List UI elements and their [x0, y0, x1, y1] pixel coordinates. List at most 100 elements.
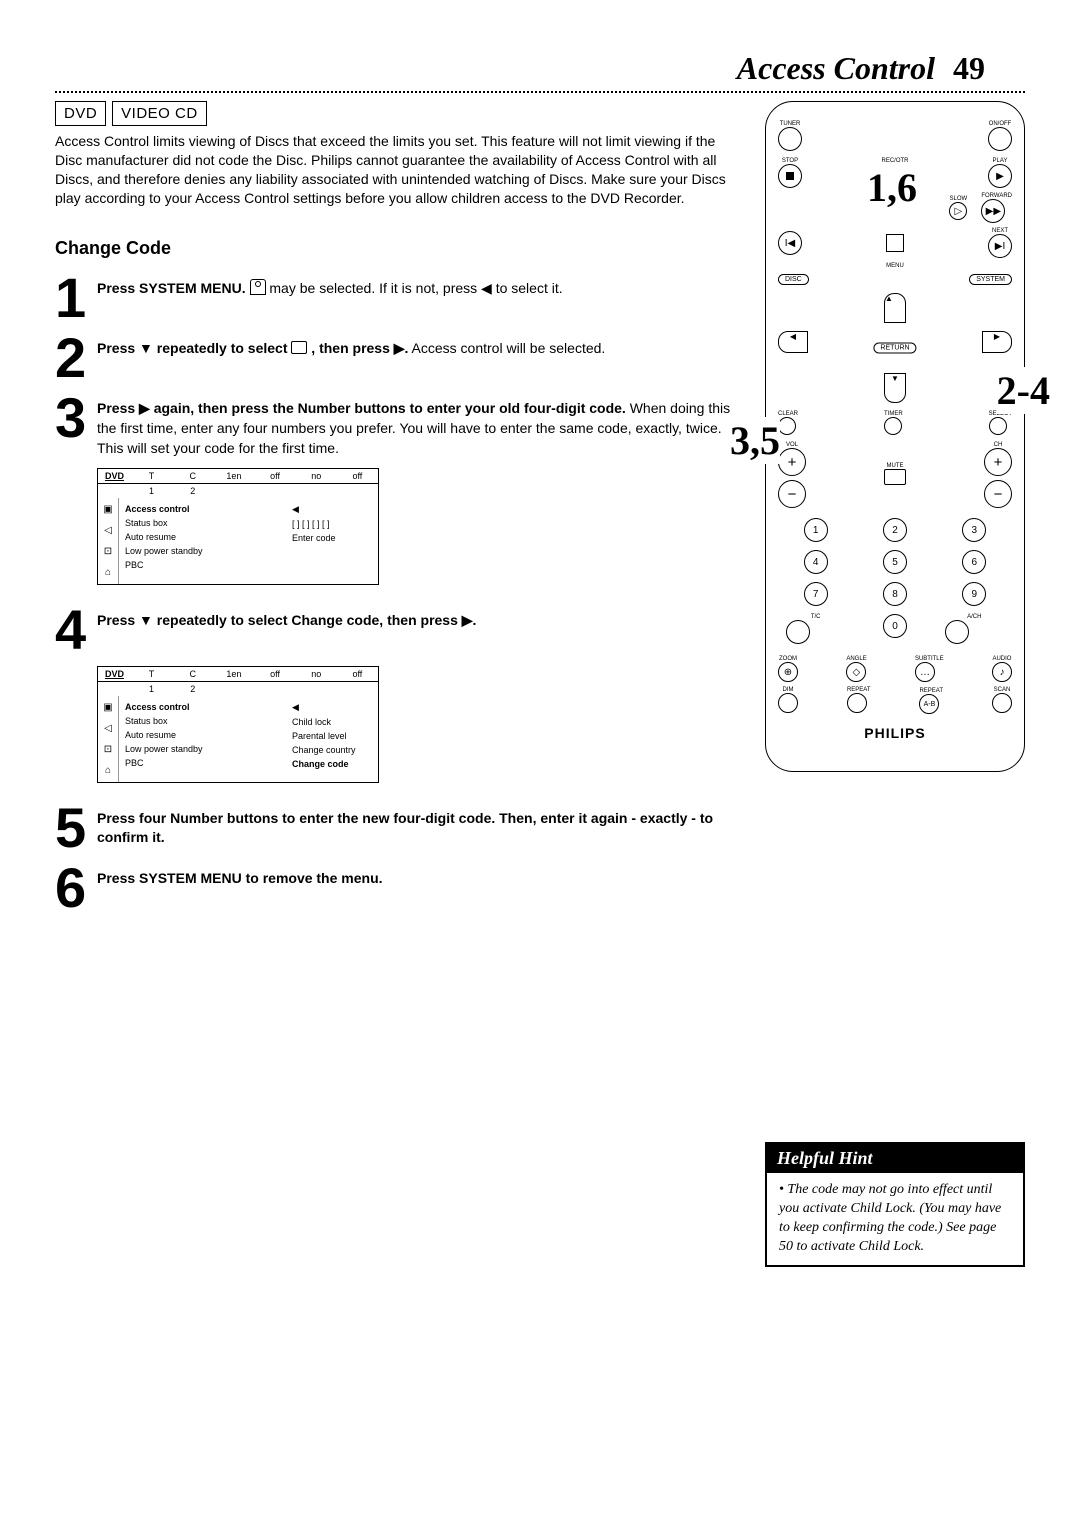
badge-dvd: DVD	[55, 101, 106, 126]
number-pad: 1 2 3 4 5 6 7 8 9 T/C 0 A/CH	[786, 518, 1004, 646]
repeat-button[interactable]	[847, 693, 867, 713]
stop-button[interactable]	[778, 164, 802, 188]
onoff-button[interactable]	[988, 127, 1012, 151]
repeat-ab-button[interactable]: A-B	[919, 694, 939, 714]
hint-title: Helpful Hint	[767, 1144, 1023, 1173]
menu-head: DVD T C 1en off no off	[98, 667, 378, 682]
menu-right-list: ◀ Child lock Parental level Change count…	[286, 696, 378, 782]
step-6: 6 Press SYSTEM MENU to remove the menu.	[55, 863, 739, 913]
num-4-button[interactable]: 4	[804, 550, 828, 574]
num-2-button[interactable]: 2	[883, 518, 907, 542]
menu-left-list: Access control Status box Auto resume Lo…	[119, 498, 286, 584]
ch-up-button[interactable]: +	[984, 448, 1012, 476]
num-0-button[interactable]: 0	[883, 614, 907, 638]
menu-head-logo: DVD	[98, 469, 131, 483]
step-number: 4	[55, 605, 97, 655]
step-number: 3	[55, 393, 97, 443]
vol-ch-row: VOL + − MUTE CH + −	[778, 442, 1012, 508]
ch-down-button[interactable]: −	[984, 480, 1012, 508]
play-button[interactable]: ▶	[988, 164, 1012, 188]
tuner-button[interactable]	[778, 127, 802, 151]
scan-button[interactable]	[992, 693, 1012, 713]
step-body: Press ▶ again, then press the Number but…	[97, 393, 739, 458]
step-4: 4 Press ▼ repeatedly to select Change co…	[55, 605, 739, 655]
timer-button[interactable]	[884, 417, 902, 435]
left-column: DVD VIDEO CD Access Control limits viewi…	[55, 101, 739, 923]
step-body: Press four Number buttons to enter the n…	[97, 803, 739, 848]
layout: DVD VIDEO CD Access Control limits viewi…	[55, 101, 1025, 1267]
person-icon	[250, 279, 266, 295]
menu-icons: ▣◁⊡⌂	[98, 696, 119, 782]
next-button[interactable]: ▶I	[988, 234, 1012, 258]
menu-table-1: DVD T C 1en off no off 1 2 ▣◁⊡⌂ Access c…	[97, 468, 379, 585]
step-number: 1	[55, 273, 97, 323]
page-title: Access Control 49	[55, 50, 1025, 87]
system-button[interactable]: SYSTEM	[969, 274, 1012, 285]
menu-left-list: Access control Status box Auto resume Lo…	[119, 696, 286, 782]
audio-button[interactable]: ♪	[992, 662, 1012, 682]
forward-button[interactable]: ▶▶	[981, 199, 1005, 223]
dpad-down[interactable]: ▼	[884, 373, 906, 403]
vol-up-button[interactable]: +	[778, 448, 806, 476]
step-number: 5	[55, 803, 97, 853]
return-button[interactable]: RETURN	[873, 343, 916, 354]
step-2-mid: , then press ▶.	[311, 340, 408, 356]
mute-button[interactable]	[884, 469, 906, 485]
badges: DVD VIDEO CD	[55, 101, 739, 126]
subtitle-button[interactable]: …	[915, 662, 935, 682]
hint-body: The code may not go into effect until yo…	[767, 1173, 1023, 1265]
title-text: Access Control	[737, 50, 935, 86]
num-5-button[interactable]: 5	[883, 550, 907, 574]
dim-button[interactable]	[778, 693, 798, 713]
step-6-bold: Press SYSTEM MENU to remove the menu.	[97, 870, 383, 886]
tc-button[interactable]	[786, 620, 810, 644]
zoom-button[interactable]: ⊕	[778, 662, 798, 682]
num-3-button[interactable]: 3	[962, 518, 986, 542]
step-1: 1 Press SYSTEM MENU. may be selected. If…	[55, 273, 739, 323]
right-column: 1,6 2-4 3,5 TUNER ON/OFF STOP REC/OTR PL…	[765, 101, 1025, 1267]
menu-head-logo: DVD	[98, 667, 131, 681]
step-number: 2	[55, 333, 97, 383]
dpad-up[interactable]: ▲	[884, 293, 906, 323]
step-5: 5 Press four Number buttons to enter the…	[55, 803, 739, 853]
callout-35: 3,5	[730, 417, 780, 464]
menu-icons: ▣◁⊡⌂	[98, 498, 119, 584]
step-5-bold: Press four Number buttons to enter the n…	[97, 810, 713, 846]
dpad: ▲ ◀ ▶ ▼ RETURN	[778, 293, 1012, 403]
callout-16: 1,6	[867, 164, 917, 211]
dpad-left[interactable]: ◀	[778, 331, 808, 353]
menu-table-2: DVD T C 1en off no off 1 2 ▣◁⊡⌂ Access c…	[97, 666, 379, 783]
clear-button[interactable]	[778, 417, 796, 435]
step-4-bold: Press ▼ repeatedly to select Change code…	[97, 612, 476, 628]
step-body: Press ▼ repeatedly to select , then pres…	[97, 333, 739, 359]
step-3: 3 Press ▶ again, then press the Number b…	[55, 393, 739, 458]
vol-down-button[interactable]: −	[778, 480, 806, 508]
angle-button[interactable]: ◇	[846, 662, 866, 682]
num-9-button[interactable]: 9	[962, 582, 986, 606]
page-number: 49	[953, 50, 985, 86]
step-1-rest: may be selected. If it is not, press ◀ t…	[269, 280, 562, 296]
section-heading: Change Code	[55, 238, 739, 259]
menu-body: ▣◁⊡⌂ Access control Status box Auto resu…	[98, 696, 378, 782]
num-6-button[interactable]: 6	[962, 550, 986, 574]
prev-button[interactable]: I◀	[778, 231, 802, 255]
slow-button[interactable]: ▷	[949, 202, 967, 220]
remote-control: 1,6 2-4 3,5 TUNER ON/OFF STOP REC/OTR PL…	[765, 101, 1025, 772]
tbev-button[interactable]	[886, 234, 904, 252]
disc-button[interactable]: DISC	[778, 274, 809, 285]
step-body: Press SYSTEM MENU to remove the menu.	[97, 863, 739, 889]
ach-button[interactable]	[945, 620, 969, 644]
step-2: 2 Press ▼ repeatedly to select , then pr…	[55, 333, 739, 383]
select-button[interactable]	[989, 417, 1007, 435]
helpful-hint: Helpful Hint The code may not go into ef…	[765, 1142, 1025, 1267]
num-8-button[interactable]: 8	[883, 582, 907, 606]
menu-head: DVD T C 1en off no off	[98, 469, 378, 484]
menu-body: ▣◁⊡⌂ Access control Status box Auto resu…	[98, 498, 378, 584]
step-number: 6	[55, 863, 97, 913]
intro-text: Access Control limits viewing of Discs t…	[55, 132, 739, 208]
num-1-button[interactable]: 1	[804, 518, 828, 542]
brand-logo: PHILIPS	[778, 725, 1012, 741]
num-7-button[interactable]: 7	[804, 582, 828, 606]
dpad-right[interactable]: ▶	[982, 331, 1012, 353]
step-2-rest: Access control will be selected.	[412, 340, 606, 356]
